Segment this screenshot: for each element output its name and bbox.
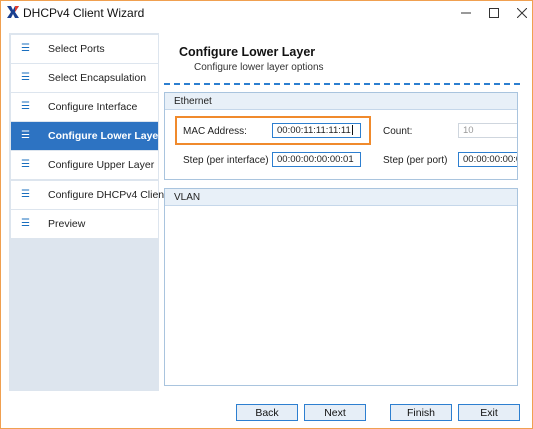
step-per-port-label: Step (per port) xyxy=(383,155,448,166)
count-input[interactable]: 10 xyxy=(458,123,517,138)
sidebar-item-configure-upper-layer[interactable]: ☰ Configure Upper Layer xyxy=(11,151,158,179)
minimize-icon xyxy=(461,12,471,14)
ethernet-group-header: Ethernet xyxy=(165,93,517,110)
step-per-port-input[interactable]: 00:00:00:00:00:00 xyxy=(458,152,517,167)
list-icon: ☰ xyxy=(21,189,30,200)
list-icon: ☰ xyxy=(21,218,30,229)
list-icon: ☰ xyxy=(21,159,30,170)
sidebar-item-label: Preview xyxy=(48,218,86,230)
count-label: Count: xyxy=(383,126,413,137)
mac-address-highlight xyxy=(175,116,371,145)
page-subtitle: Configure lower layer options xyxy=(194,62,324,73)
sidebar-item-label: Configure Upper Layer xyxy=(48,159,155,171)
sidebar-item-select-encapsulation[interactable]: ☰ Select Encapsulation xyxy=(11,64,158,92)
sidebar-item-configure-dhcpv4-client[interactable]: ☰ Configure DHCPv4 Client xyxy=(11,181,167,209)
count-value: 10 xyxy=(463,125,474,136)
sidebar-item-preview[interactable]: ☰ Preview xyxy=(11,210,158,238)
page-title: Configure Lower Layer xyxy=(179,45,316,59)
step-per-port-value: 00:00:00:00:00:00 xyxy=(463,154,517,165)
ethernet-heading: Ethernet xyxy=(174,96,212,107)
back-button[interactable]: Back xyxy=(236,404,298,421)
vlan-group: VLAN xyxy=(164,188,518,386)
maximize-icon xyxy=(489,8,499,18)
next-button[interactable]: Next xyxy=(304,404,366,421)
title-bar: DHCPv4 Client Wizard xyxy=(1,1,532,25)
step-per-interface-value: 00:00:00:00:00:01 xyxy=(277,154,354,165)
vlan-heading: VLAN xyxy=(174,192,201,203)
window-title: DHCPv4 Client Wizard xyxy=(23,6,145,20)
sidebar-item-label: Configure DHCPv4 Client xyxy=(48,189,168,201)
sidebar-item-select-ports[interactable]: ☰ Select Ports xyxy=(11,35,158,63)
wizard-steps-sidebar: ☰ Select Ports ☰ Select Encapsulation ☰ … xyxy=(9,33,167,391)
sidebar-item-label: Configure Lower Layer xyxy=(48,130,163,142)
sidebar-item-label: Select Ports xyxy=(48,43,105,55)
sidebar-item-label: Select Encapsulation xyxy=(48,72,147,84)
sidebar-item-label: Configure Interface xyxy=(48,101,138,113)
step-per-interface-label: Step (per interface) xyxy=(183,155,269,166)
app-logo-icon xyxy=(7,6,19,18)
wizard-window: DHCPv4 Client Wizard ☰ Select Ports ☰ Se… xyxy=(0,0,533,429)
list-icon: ☰ xyxy=(21,43,30,54)
list-icon: ☰ xyxy=(21,72,30,83)
step-per-interface-input[interactable]: 00:00:00:00:00:01 xyxy=(272,152,361,167)
sidebar-item-configure-lower-layer[interactable]: ☰ Configure Lower Layer xyxy=(11,122,162,150)
list-icon: ☰ xyxy=(21,101,30,112)
close-button[interactable] xyxy=(504,1,533,25)
finish-button[interactable]: Finish xyxy=(390,404,452,421)
vlan-group-header: VLAN xyxy=(165,189,517,206)
close-icon xyxy=(517,8,527,18)
sidebar-item-configure-interface[interactable]: ☰ Configure Interface xyxy=(11,93,158,121)
exit-button[interactable]: Exit xyxy=(458,404,520,421)
header-divider xyxy=(164,83,520,85)
list-icon: ☰ xyxy=(21,130,30,141)
